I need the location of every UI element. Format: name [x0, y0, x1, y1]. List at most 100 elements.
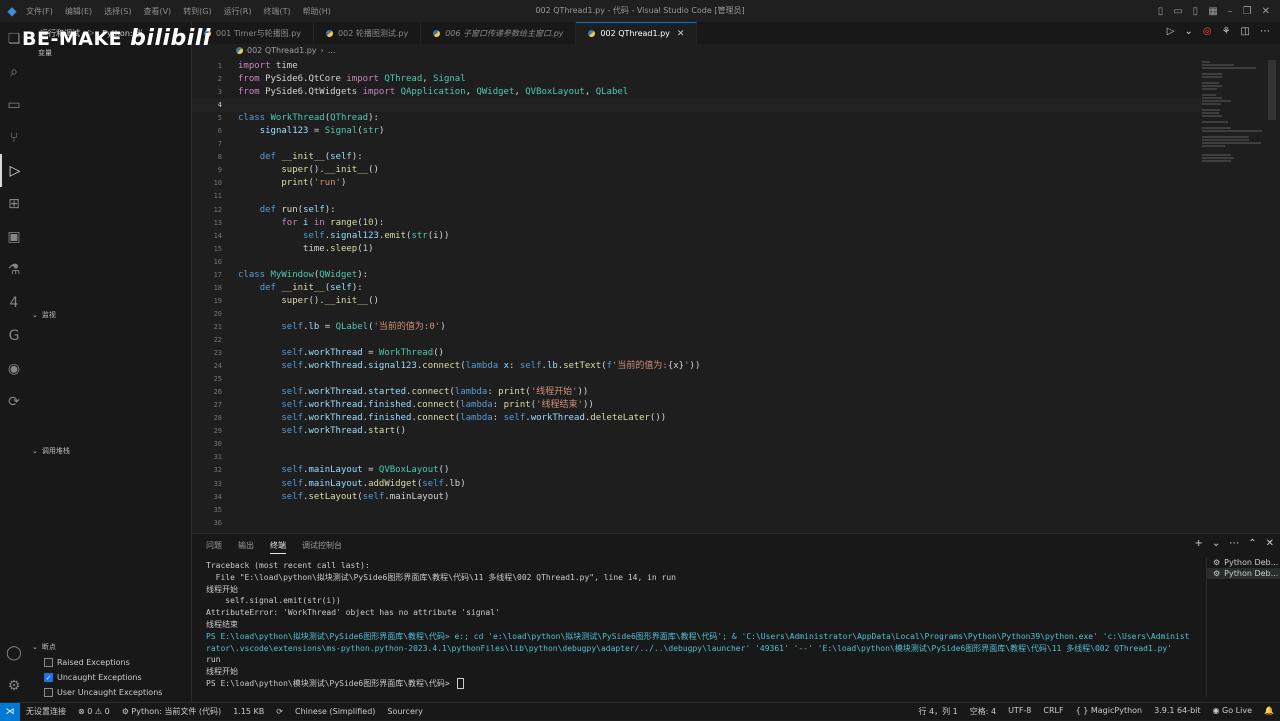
line-number[interactable]: 12 — [192, 204, 238, 217]
line-number[interactable]: 13 — [192, 217, 238, 230]
line-number[interactable]: 22 — [192, 334, 238, 347]
testing-icon[interactable]: ⚗ — [0, 253, 28, 286]
line-number[interactable]: 5 — [192, 112, 238, 125]
line-number[interactable]: 19 — [192, 295, 238, 308]
compare-icon[interactable]: ⚘ — [1222, 26, 1231, 37]
menu-selection[interactable]: 选择(S) — [104, 6, 131, 17]
line-number[interactable]: 8 — [192, 151, 238, 164]
code-line[interactable]: 16 — [192, 256, 1202, 269]
line-number[interactable]: 3 — [192, 86, 238, 99]
restore-icon[interactable]: ❐ — [1243, 6, 1252, 17]
code-line[interactable]: 23 self. workThread = WorkThread() — [192, 347, 1202, 360]
notifications-bell-icon[interactable]: 🔔 — [1258, 706, 1280, 717]
more-actions-icon[interactable]: ⋯ — [1260, 26, 1270, 37]
interpreter-version[interactable]: 3.9.1 64-bit — [1148, 706, 1206, 717]
line-number[interactable]: 21 — [192, 321, 238, 334]
breakpoint-raised-exceptions[interactable]: Raised Exceptions — [44, 658, 130, 667]
code-line[interactable]: 8 def __init__(self): — [192, 151, 1202, 164]
code-line[interactable]: 35 — [192, 504, 1202, 517]
debug-status[interactable]: ⚙ Python: 当前文件 (代码) — [116, 706, 227, 717]
line-number[interactable]: 32 — [192, 464, 238, 477]
code-line[interactable]: 30 — [192, 438, 1202, 451]
code-line[interactable]: 4 — [192, 99, 1202, 113]
split-editor-icon[interactable]: ◫ — [1241, 26, 1250, 37]
line-number[interactable]: 35 — [192, 504, 238, 517]
settings-gear-icon[interactable]: ⚙ — [0, 669, 28, 702]
line-number[interactable]: 2 — [192, 73, 238, 86]
code-line[interactable]: 33 self. mainLayout. addWidget(self .lb) — [192, 478, 1202, 491]
layout-icon[interactable]: ▦ — [1208, 6, 1217, 17]
terminal-output[interactable]: Traceback (most recent call last): File … — [206, 560, 1191, 690]
scrollbar-thumb[interactable] — [1268, 60, 1276, 120]
encoding[interactable]: UTF-8 — [1002, 706, 1037, 717]
maximize-panel-icon[interactable]: ⌃ — [1248, 538, 1256, 549]
breadcrumb-more[interactable]: ... — [328, 46, 336, 55]
line-number[interactable]: 10 — [192, 177, 238, 190]
code-line[interactable]: 27 self. workThread. finished. connect(lamb… — [192, 399, 1202, 412]
breadcrumb-file[interactable]: 002 QThread1.py — [247, 46, 317, 55]
code-line[interactable]: 5 class WorkThread(QThread): — [192, 112, 1202, 125]
line-number[interactable]: 16 — [192, 256, 238, 269]
toggle-secondary-sidebar-icon[interactable]: ▯ — [1193, 6, 1199, 17]
code-line[interactable]: 12 def run(self): — [192, 204, 1202, 217]
line-number[interactable]: 14 — [192, 230, 238, 243]
line-number[interactable]: 18 — [192, 282, 238, 295]
editor-tab[interactable]: 006 子窗口传递参数给主窗口.py — [421, 22, 577, 44]
menu-view[interactable]: 查看(V) — [143, 6, 171, 17]
close-icon[interactable]: ✕ — [1262, 6, 1270, 17]
code-line[interactable]: 19 super (). __init__() — [192, 295, 1202, 308]
line-number[interactable]: 33 — [192, 478, 238, 491]
code-line[interactable]: 11 — [192, 190, 1202, 203]
code-line[interactable]: 13 for i in range(10): — [192, 217, 1202, 230]
new-terminal-icon[interactable]: + — [1194, 538, 1202, 549]
source-control-icon[interactable]: ⑂ — [0, 121, 28, 154]
editor-tab[interactable]: 002 轮播图测试.py — [314, 22, 422, 44]
sourcery-icon[interactable]: ◉ — [0, 352, 28, 385]
editor-tab-active[interactable]: 002 QThread1.py ✕ — [576, 22, 698, 44]
line-number[interactable]: 17 — [192, 269, 238, 282]
line-number[interactable]: 9 — [192, 164, 238, 177]
tab-terminal[interactable]: 终端 — [270, 540, 286, 554]
code-line[interactable]: 32 self. mainLayout = QVBoxLayout() — [192, 464, 1202, 477]
more-actions-icon[interactable]: ⋯ — [1229, 538, 1239, 549]
code-line[interactable]: 17 class MyWindow(QWidget): — [192, 269, 1202, 282]
breakpoints-section-header[interactable]: ⌄ 断点 — [32, 642, 56, 652]
code-line[interactable]: 20 — [192, 308, 1202, 321]
toggle-sidebar-icon[interactable]: ▯ — [1158, 6, 1164, 17]
search-icon[interactable]: ⌕ — [0, 55, 28, 88]
code-line[interactable]: 25 — [192, 373, 1202, 386]
sourcery-review-icon[interactable]: ◎ — [1203, 26, 1212, 37]
code-line[interactable]: 21 self. lb = QLabel('当前的值为:0') — [192, 321, 1202, 334]
line-number[interactable]: 26 — [192, 386, 238, 399]
code-line[interactable]: 24 self. workThread. signal123. connect(lam… — [192, 360, 1202, 373]
checkbox-checked[interactable]: ✓ — [44, 673, 53, 682]
code-line[interactable]: 31 — [192, 451, 1202, 464]
minimap[interactable] — [1202, 60, 1268, 530]
callstack-section-header[interactable]: ⌄ 调用堆栈 — [32, 446, 70, 456]
line-number[interactable]: 1 — [192, 60, 238, 73]
line-number[interactable]: 25 — [192, 373, 238, 386]
line-number[interactable]: 7 — [192, 138, 238, 151]
code-line[interactable]: 10 print('run') — [192, 177, 1202, 190]
remote-explorer-icon[interactable]: ▣ — [0, 220, 28, 253]
folder-icon[interactable]: ▭ — [0, 88, 28, 121]
breakpoint-uncaught-exceptions[interactable]: ✓ Uncaught Exceptions — [44, 673, 142, 682]
code-line[interactable]: 2 from PySide6.QtCore import QThread, Sig… — [192, 73, 1202, 86]
terminal-instance-active[interactable]: ⚙ Python Deb... — [1207, 568, 1280, 579]
close-panel-icon[interactable]: ✕ — [1266, 538, 1274, 549]
menu-edit[interactable]: 编辑(E) — [65, 6, 92, 17]
cursor-position[interactable]: 行 4，列 1 — [912, 706, 963, 717]
code-line[interactable]: 1 import time — [192, 60, 1202, 73]
line-number[interactable]: 23 — [192, 347, 238, 360]
code-line[interactable]: 26 self. workThread. started. connect(lambd… — [192, 386, 1202, 399]
live-share-icon[interactable]: ⟳ — [270, 707, 289, 716]
line-number[interactable]: 36 — [192, 517, 238, 530]
chevron-down-icon[interactable]: ⌄ — [1184, 26, 1192, 37]
extensions-icon[interactable]: ⊞ — [0, 187, 28, 220]
code-line[interactable]: 15 time. sleep(1) — [192, 243, 1202, 256]
go-live-button[interactable]: ◉ Go Live — [1207, 706, 1259, 717]
language-mode[interactable]: { } MagicPython — [1070, 706, 1149, 717]
code-line[interactable]: 36 — [192, 517, 1202, 530]
code-line[interactable]: 28 self. workThread. finished. connect(lamb… — [192, 412, 1202, 425]
line-number[interactable]: 34 — [192, 491, 238, 504]
